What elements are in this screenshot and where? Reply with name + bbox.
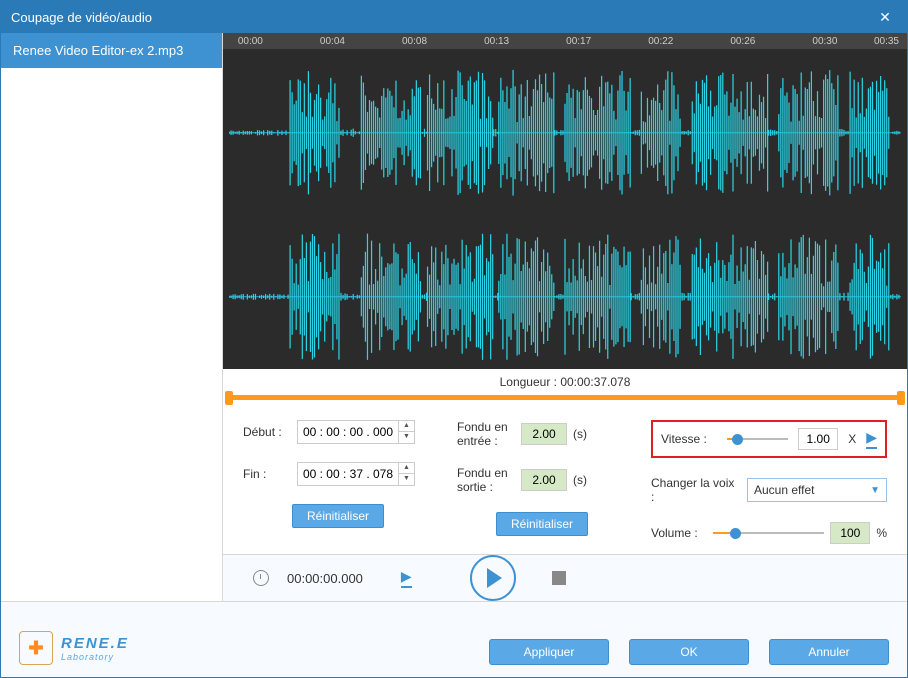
end-time-input[interactable] [298,463,398,485]
controls-panel: Début : ▲▼ Fin : ▲▼ Réinitialiser [223,410,907,554]
voice-label: Changer la voix : [651,476,741,504]
stop-button[interactable] [552,571,566,585]
speed-label: Vitesse : [661,432,717,446]
sec-unit: (s) [573,473,587,487]
tick: 00:04 [320,36,345,47]
start-time-spinner[interactable]: ▲▼ [297,420,415,444]
content-pane: 00:00 00:04 00:08 00:13 00:17 00:22 00:2… [223,33,907,601]
fade-in-input[interactable] [521,423,567,445]
play-icon [487,568,502,588]
fade-in-label: Fondu en entrée : [457,420,515,448]
playback-time: 00:00:00.000 [287,571,363,586]
fade-out-label: Fondu en sortie : [457,466,515,494]
titlebar: Coupage de vidéo/audio ✕ [1,1,907,33]
logo-main-text: RENE.E [61,635,129,652]
playback-bar: 00:00:00.000 ▶ [223,555,907,601]
end-label: Fin : [243,467,291,481]
ok-button[interactable]: OK [629,639,749,665]
length-readout: Longueur : 00:00:37.078 [223,369,907,391]
voice-select[interactable]: Aucun effet ▼ [747,478,887,502]
footer: ✚ RENE.E Laboratory Appliquer OK Annuler [1,601,907,677]
speed-unit: X [848,432,856,446]
spin-up-icon[interactable]: ▲ [399,463,414,474]
voice-value: Aucun effet [754,483,815,497]
brand-logo: ✚ RENE.E Laboratory [19,631,129,665]
volume-label: Volume : [651,526,707,540]
cancel-button[interactable]: Annuler [769,639,889,665]
preview-speed-icon[interactable]: ▶ [866,429,877,449]
waveform-area[interactable] [223,49,907,369]
reset-fade-button[interactable]: Réinitialiser [496,512,588,536]
reset-trim-button[interactable]: Réinitialiser [292,504,384,528]
trim-handle-start[interactable] [225,391,233,405]
tick: 00:17 [566,36,591,47]
volume-slider[interactable] [713,526,824,540]
logo-badge-icon: ✚ [19,631,53,665]
apply-button[interactable]: Appliquer [489,639,609,665]
chevron-down-icon: ▼ [870,485,880,496]
tick: 00:30 [812,36,837,47]
spin-down-icon[interactable]: ▼ [399,474,414,485]
waveform-channel-left [229,59,901,207]
speed-input[interactable] [798,428,838,450]
logo-sub-text: Laboratory [61,652,129,662]
play-button[interactable] [470,555,516,601]
start-label: Début : [243,425,291,439]
sidebar-item-file[interactable]: Renee Video Editor-ex 2.mp3 [1,33,222,68]
sec-unit: (s) [573,427,587,441]
file-sidebar: Renee Video Editor-ex 2.mp3 [1,33,223,601]
tick: 00:22 [648,36,673,47]
volume-input[interactable] [830,522,870,544]
slider-thumb[interactable] [732,434,743,445]
spin-up-icon[interactable]: ▲ [399,421,414,432]
trim-handle-end[interactable] [897,391,905,405]
tick: 00:13 [484,36,509,47]
trim-slider[interactable] [227,391,903,400]
window-title: Coupage de vidéo/audio [11,10,152,25]
clock-icon [253,570,269,586]
speed-slider[interactable] [727,432,788,446]
tick: 00:35 [874,36,899,47]
fade-out-input[interactable] [521,469,567,491]
speed-control-highlight: Vitesse : X ▶ [651,420,887,458]
tick: 00:08 [402,36,427,47]
sidebar-item-label: Renee Video Editor-ex 2.mp3 [13,43,183,58]
tick: 00:26 [730,36,755,47]
set-marker-icon[interactable]: ▶ [401,568,412,588]
slider-thumb[interactable] [730,528,741,539]
start-time-input[interactable] [298,421,398,443]
trim-track [227,395,903,400]
main-area: Renee Video Editor-ex 2.mp3 00:00 00:04 … [1,33,907,601]
volume-unit: % [876,526,887,540]
spin-down-icon[interactable]: ▼ [399,432,414,443]
tick: 00:00 [238,36,263,47]
end-time-spinner[interactable]: ▲▼ [297,462,415,486]
waveform-channel-right [229,223,901,371]
close-icon[interactable]: ✕ [873,9,897,26]
time-ruler[interactable]: 00:00 00:04 00:08 00:13 00:17 00:22 00:2… [223,33,907,49]
length-label: Longueur : 00:00:37.078 [500,375,631,389]
